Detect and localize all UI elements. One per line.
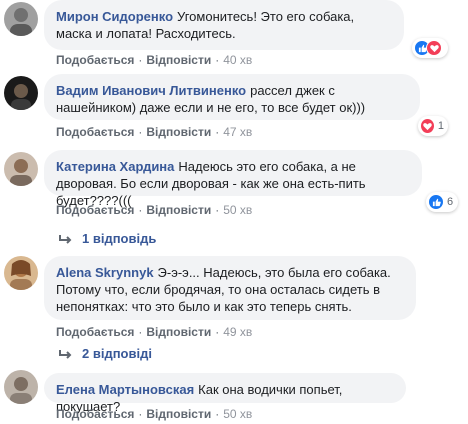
love-icon — [426, 40, 442, 56]
avatar[interactable] — [4, 370, 38, 404]
comment-bubble: Катерина Хардина Надеюсь это его собака, … — [44, 150, 422, 208]
love-icon — [420, 118, 435, 134]
replies-count-label: 1 відповідь — [82, 231, 157, 246]
like-link[interactable]: Подобається — [56, 325, 134, 339]
avatar[interactable] — [4, 256, 38, 290]
comment-meta: Подобається · Відповісти · 47 хв — [56, 125, 253, 139]
like-link[interactable]: Подобається — [56, 125, 134, 139]
reply-link[interactable]: Відповісти — [146, 407, 211, 421]
reply-link[interactable]: Відповісти — [146, 125, 211, 139]
reaction-summary[interactable] — [412, 38, 448, 58]
comment-bubble: Мирон Сидоренко Угомонитесь! Это его соба… — [44, 0, 404, 50]
reply-link[interactable]: Відповісти — [146, 325, 211, 339]
view-replies-link[interactable]: 2 відповіді — [58, 346, 152, 361]
view-replies-link[interactable]: 1 відповідь — [58, 231, 156, 246]
comment-time[interactable]: 47 хв — [223, 125, 252, 139]
comment-meta: Подобається · Відповісти · 50 хв — [56, 407, 253, 421]
avatar[interactable] — [4, 76, 38, 110]
avatar[interactable] — [4, 2, 38, 36]
reaction-summary[interactable]: 6 — [426, 192, 458, 212]
replies-count-label: 2 відповіді — [82, 346, 152, 361]
like-link[interactable]: Подобається — [56, 407, 134, 421]
reply-arrow-icon — [59, 234, 72, 244]
comment-author[interactable]: Мирон Сидоренко — [56, 9, 173, 24]
reply-arrow-icon — [59, 349, 72, 359]
comment-meta: Подобається · Відповісти · 50 хв — [56, 203, 253, 217]
reply-link[interactable]: Відповісти — [146, 53, 211, 67]
comment-author[interactable]: Елена Мартыновская — [56, 382, 194, 397]
like-icon — [428, 194, 444, 210]
reaction-count: 1 — [437, 120, 444, 132]
like-link[interactable]: Подобається — [56, 53, 134, 67]
like-link[interactable]: Подобається — [56, 203, 134, 217]
comment-author[interactable]: Катерина Хардина — [56, 159, 174, 174]
comment-time[interactable]: 49 хв — [223, 325, 252, 339]
comment-time[interactable]: 50 хв — [223, 203, 252, 217]
avatar[interactable] — [4, 152, 38, 186]
comment-author[interactable]: Вадим Иванович Литвиненко — [56, 83, 246, 98]
reaction-summary[interactable]: 1 — [418, 116, 448, 136]
reaction-count: 6 — [447, 196, 454, 208]
comment-bubble: Вадим Иванович Литвиненко рассел джек с н… — [44, 74, 420, 120]
comment-bubble: Alena Skrynnyk Э-э-э... Надеюсь, это была… — [44, 256, 416, 320]
reply-link[interactable]: Відповісти — [146, 203, 211, 217]
comment-time[interactable]: 50 хв — [223, 407, 252, 421]
comment-meta: Подобається · Відповісти · 40 хв — [56, 53, 253, 67]
comment-meta: Подобається · Відповісти · 49 хв — [56, 325, 253, 339]
comment-time[interactable]: 40 хв — [223, 53, 252, 67]
comment-author[interactable]: Alena Skrynnyk — [56, 265, 154, 280]
comment-bubble: Елена Мартыновская Как она водички попьет… — [44, 373, 406, 414]
